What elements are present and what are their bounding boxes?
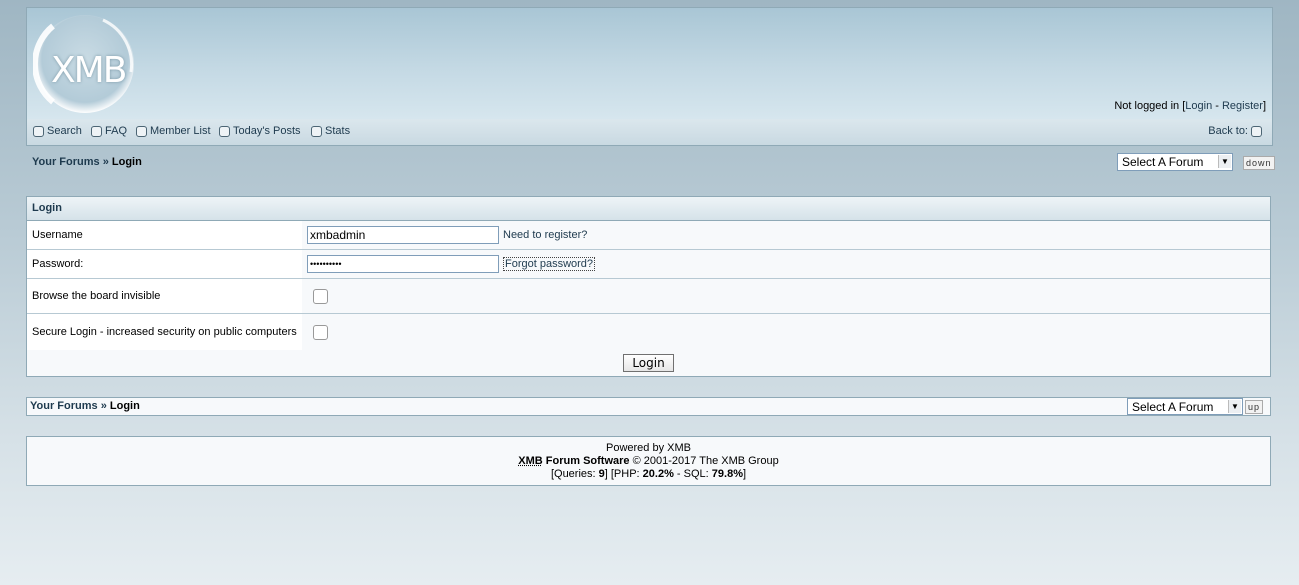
need-register-link[interactable]: Need to register? [503,229,587,241]
site-header: XMB Not logged in [Login - Register] [26,7,1273,120]
jump-up-button[interactable]: up [1245,400,1264,414]
login-button[interactable]: Login [623,354,674,372]
username-label: Username [27,221,307,249]
password-row: Password: •••••••••• Forgot password? [27,250,1270,279]
breadcrumb-home-link[interactable]: Your Forums [32,156,100,168]
jump-down-button[interactable]: down [1243,156,1275,170]
logo-text: XMB [51,50,127,91]
forum-select-bottom[interactable]: Select A Forum ▼ [1127,398,1243,415]
username-input[interactable]: xmbadmin [307,226,499,244]
breadcrumb-bottom: Your Forums » Login [30,400,140,412]
secure-login-checkbox[interactable] [313,324,328,340]
nav-faq[interactable]: FAQ [91,125,127,137]
login-panel-title: Login [27,197,1270,221]
secure-login-label: Secure Login - increased security on pub… [27,314,347,350]
register-link[interactable]: Register [1222,100,1263,112]
query-stats: [Queries: 9] [PHP: 20.2% - SQL: 79.8%] [550,468,747,480]
secure-login-row: Secure Login - increased security on pub… [27,314,1270,351]
xmb-link[interactable]: XMB [518,455,542,467]
invisible-row: Browse the board invisible [27,279,1270,314]
powered-by: Powered by XMB [606,442,691,454]
main-navbar: Search FAQ Member List Today's Posts Sta… [26,119,1273,146]
footer: Powered by XMB XMB Forum Software © 2001… [26,436,1271,486]
username-row: Username xmbadmin Need to register? [27,221,1270,250]
bottom-breadcrumb-bar: Your Forums » Login Select A Forum ▼ up [26,397,1271,416]
chevron-down-icon: ▼ [1218,155,1231,168]
nav-member-list[interactable]: Member List [136,125,211,137]
nav-todays-posts[interactable]: Today's Posts [219,125,301,137]
nav-search[interactable]: Search [33,125,82,137]
invisible-label: Browse the board invisible [27,279,307,313]
stats-icon [311,125,322,137]
faq-icon [91,125,102,137]
login-panel: Login Username xmbadmin Need to register… [26,196,1271,377]
invisible-checkbox[interactable] [313,288,328,304]
submit-row: Login [27,350,1270,376]
forum-software-link[interactable]: Forum Software [543,455,630,467]
breadcrumb: Your Forums » Login [32,156,142,168]
breadcrumb-home-link-bottom[interactable]: Your Forums [30,400,98,412]
back-to-icon [1251,125,1262,137]
search-icon [33,125,44,137]
copyright-line: XMB Forum Software © 2001-2017 The XMB G… [518,455,779,467]
login-link[interactable]: Login [1185,100,1212,112]
member-list-icon [136,125,147,137]
forum-select-top[interactable]: Select A Forum ▼ [1117,153,1233,171]
back-to[interactable]: Back to: [1208,125,1262,137]
chevron-down-icon: ▼ [1228,400,1241,413]
todays-posts-icon [219,125,230,137]
forgot-password-link[interactable]: Forgot password? [503,257,596,271]
nav-stats[interactable]: Stats [311,125,350,137]
login-status: Not logged in [Login - Register] [1114,100,1266,112]
password-input[interactable]: •••••••••• [307,255,499,273]
password-label: Password: [27,250,307,278]
